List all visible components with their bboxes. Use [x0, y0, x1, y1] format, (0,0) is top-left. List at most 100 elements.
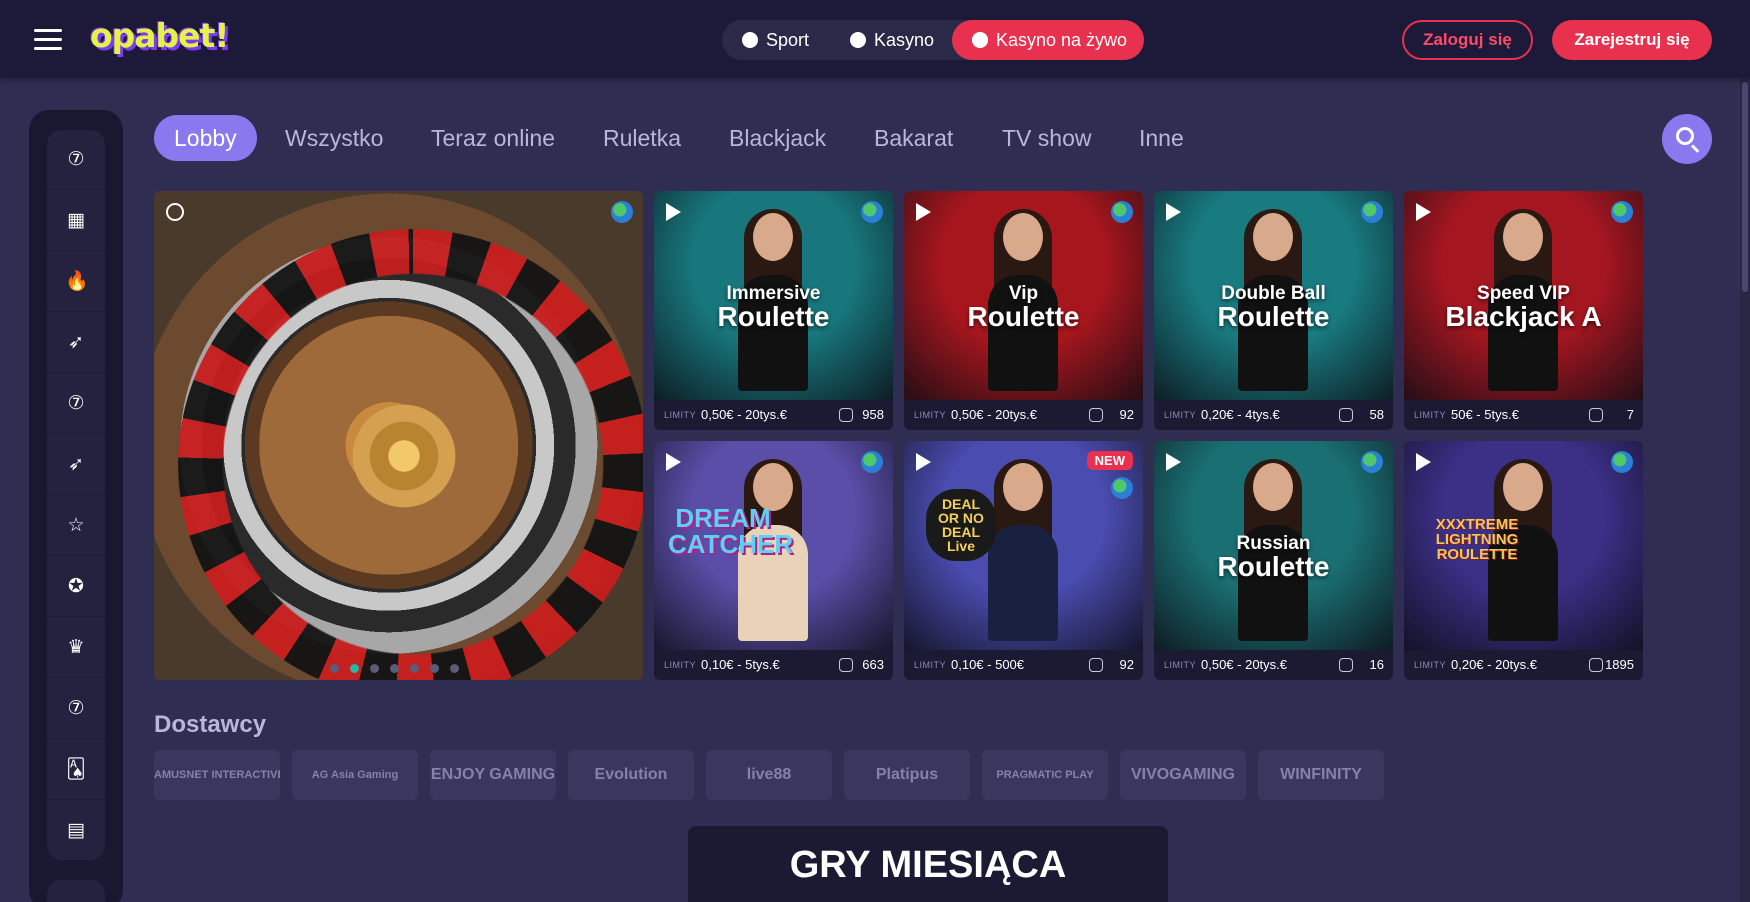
game-card[interactable]: Double Ball Roulette LIMITY 0,20€ - 4tys.€ 5…: [1154, 191, 1393, 430]
games-of-month-title: GRY MIESIĄCA: [789, 844, 1067, 886]
provider-logo-6[interactable]: PRAGMATIC PLAY: [982, 750, 1108, 800]
globe-icon: [1111, 201, 1133, 223]
carousel-dot[interactable]: [330, 664, 339, 673]
game-card[interactable]: Speed VIP Blackjack A LIMITY 50€ - 5tys.€ 7: [1404, 191, 1643, 430]
tab-teraz-online[interactable]: Teraz online: [431, 115, 555, 161]
roulette-turret-image: [344, 396, 464, 516]
sidebar-item-0[interactable]: ⑦: [47, 130, 105, 190]
carousel-dot[interactable]: [450, 664, 459, 673]
register-button[interactable]: Zarejestruj się: [1552, 20, 1712, 60]
tab-blackjack[interactable]: Blackjack: [729, 115, 826, 161]
provider-logo-5[interactable]: Platipus: [844, 750, 970, 800]
carousel-dot[interactable]: [390, 664, 399, 673]
limits-label: LIMITY: [664, 410, 697, 420]
sidebar-item-11[interactable]: ▤: [47, 801, 105, 861]
scrollbar-thumb[interactable]: [1742, 82, 1748, 292]
sidebar-item-5[interactable]: ➶: [47, 435, 105, 495]
wallet-icon: ▤: [67, 819, 85, 841]
carousel-dot[interactable]: [370, 664, 379, 673]
hamburger-menu-icon[interactable]: [34, 29, 62, 51]
game-card[interactable]: XXXTREME LIGHTNING ROULETTE LIMITY 0,20€ -…: [1404, 441, 1643, 680]
opabet-logo[interactable]: opabet!: [90, 16, 229, 55]
carousel-dot[interactable]: [430, 664, 439, 673]
provider-icon: [166, 203, 184, 221]
game-card[interactable]: Russian Roulette LIMITY 0,50€ - 20tys.€ 16: [1154, 441, 1393, 680]
left-sidebar: ⑦ ▦ 🔥 ➶ ⑦ ➶ ☆ ✪ ♛ ⑦ 🂡 ▤: [29, 110, 123, 902]
provider-logo-8[interactable]: WINFINITY: [1258, 750, 1384, 800]
nav-live-casino-button[interactable]: Kasyno na żywo: [952, 20, 1144, 60]
nav-sport-label: Sport: [766, 30, 810, 50]
live-chip-icon: [972, 32, 988, 48]
players-icon: [1589, 658, 1603, 672]
nav-kasyno-button[interactable]: Kasyno: [830, 20, 948, 60]
sidebar-footer: [47, 880, 105, 902]
game-card[interactable]: DREAM CATCHER LIMITY 0,10€ - 5tys.€ 663: [654, 441, 893, 680]
limits-value: 0,50€ - 20tys.€: [701, 407, 787, 422]
sidebar-item-10[interactable]: 🂡: [47, 740, 105, 800]
globe-icon: [611, 201, 633, 223]
players-icon: [1339, 658, 1353, 672]
carousel-dot[interactable]: [350, 664, 359, 673]
players-count: 1895: [1605, 657, 1634, 672]
game-card[interactable]: NEW DEAL OR NO DEAL Live LIMITY 0,10€ - 500…: [904, 441, 1143, 680]
sidebar-item-2[interactable]: 🔥: [47, 252, 105, 312]
sidebar-item-6[interactable]: ☆: [47, 496, 105, 556]
sidebar-item-8[interactable]: ♛: [47, 618, 105, 678]
hero-banner-roulette[interactable]: [154, 191, 643, 680]
provider-logo-0[interactable]: AMUSNET INTERACTIVE: [154, 750, 280, 800]
carousel-dots: [330, 660, 470, 673]
trophy-icon: ♛: [67, 636, 85, 658]
login-button[interactable]: Zaloguj się: [1402, 20, 1533, 60]
limits-value: 0,10€ - 500€: [951, 657, 1025, 672]
provider-play-icon: [916, 203, 931, 221]
game-card-footer: LIMITY 50€ - 5tys.€ 7: [1404, 400, 1643, 430]
provider-play-icon: [1166, 453, 1181, 471]
sidebar-item-9[interactable]: ⑦: [47, 679, 105, 739]
provider-logo-7[interactable]: VIVOGAMING: [1120, 750, 1246, 800]
provider-logo-1[interactable]: AG Asia Gaming: [292, 750, 418, 800]
limits-label: LIMITY: [914, 410, 947, 420]
sidebar-item-4[interactable]: ⑦: [47, 374, 105, 434]
limits-label: LIMITY: [1414, 410, 1447, 420]
sidebar-item-7[interactable]: ✪: [47, 557, 105, 617]
nav-sport-button[interactable]: Sport: [722, 20, 818, 60]
players-count: 958: [862, 407, 884, 422]
globe-icon: [1361, 451, 1383, 473]
slot-7-icon: ⑦: [67, 148, 85, 170]
tab-inne[interactable]: Inne: [1139, 115, 1184, 161]
tab-ruletka[interactable]: Ruletka: [603, 115, 681, 161]
game-card-footer: LIMITY 0,20€ - 4tys.€ 58: [1154, 400, 1393, 430]
players-count: 7: [1626, 407, 1634, 422]
slot-icon: [850, 32, 866, 48]
game-brand-logo: DEAL OR NO DEAL Live: [926, 489, 996, 561]
game-card-footer: LIMITY 0,50€ - 20tys.€ 958: [654, 400, 893, 430]
tab-tv-show[interactable]: TV show: [1002, 115, 1091, 161]
tab-lobby[interactable]: Lobby: [154, 115, 257, 161]
limits-value: 0,20€ - 20tys.€: [1451, 657, 1537, 672]
game-title: Roulette: [717, 301, 830, 332]
grid-icon: ▦: [67, 209, 85, 231]
tab-wszystko[interactable]: Wszystko: [285, 115, 383, 161]
top-header: opabet! Sport Kasyno Kasyno na żywo Zalo…: [0, 0, 1750, 78]
providers-title: Dostawcy: [154, 711, 267, 738]
limits-label: LIMITY: [1414, 660, 1447, 670]
sidebar-item-3[interactable]: ➶: [47, 313, 105, 373]
game-brand-logo: XXXTREME LIGHTNING ROULETTE: [1435, 516, 1519, 563]
game-title: Roulette: [1217, 301, 1330, 332]
globe-icon: [1361, 201, 1383, 223]
provider-logo-3[interactable]: Evolution: [568, 750, 694, 800]
tab-bakarat[interactable]: Bakarat: [874, 115, 953, 161]
search-icon-handle: [1690, 144, 1700, 153]
game-card[interactable]: Immersive Roulette LIMITY 0,50€ - 20tys.€ 95…: [654, 191, 893, 430]
globe-icon: [1611, 451, 1633, 473]
game-title: Roulette: [967, 301, 1080, 332]
provider-logo-4[interactable]: live88: [706, 750, 832, 800]
players-icon: [1339, 408, 1353, 422]
carousel-dot[interactable]: [410, 664, 419, 673]
game-title: Roulette: [1217, 551, 1330, 582]
provider-logo-2[interactable]: ENJOY GAMING: [430, 750, 556, 800]
game-card-footer: LIMITY 0,50€ - 20tys.€ 92: [904, 400, 1143, 430]
game-card[interactable]: Vip Roulette LIMITY 0,50€ - 20tys.€ 92: [904, 191, 1143, 430]
search-button[interactable]: [1662, 114, 1712, 164]
sidebar-item-1[interactable]: ▦: [47, 191, 105, 251]
